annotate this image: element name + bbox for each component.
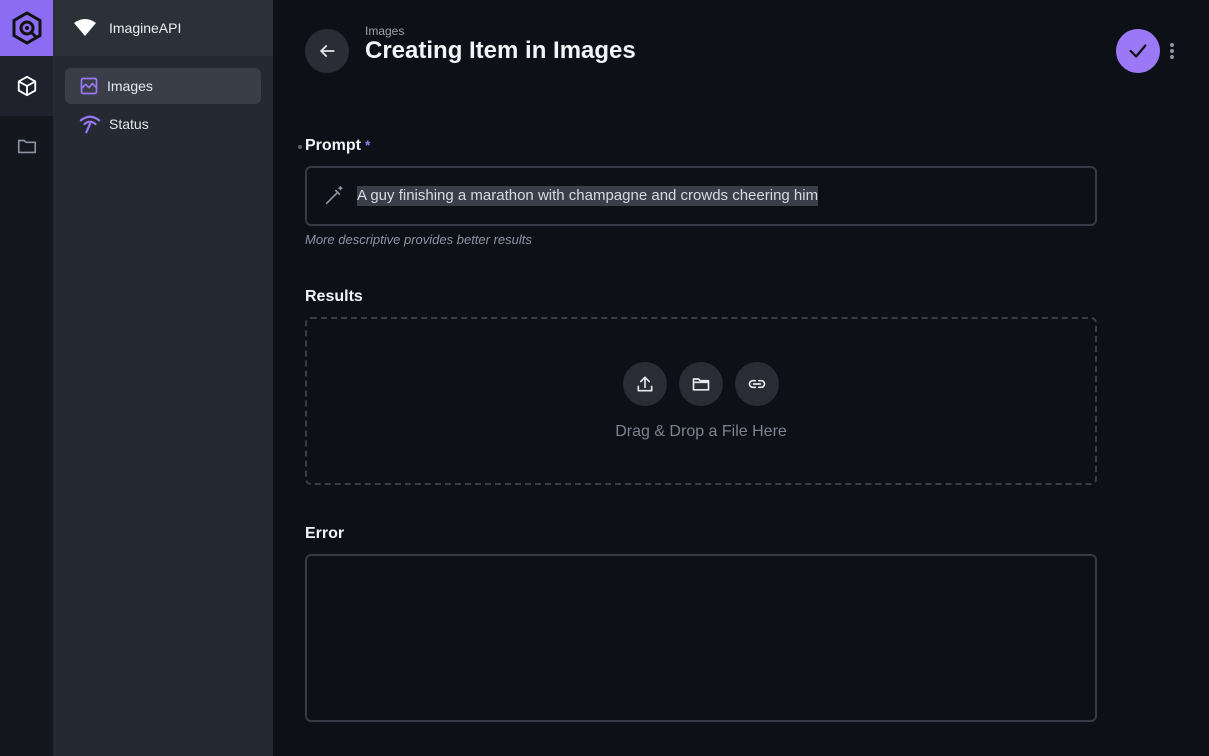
- nav-item-images[interactable]: Images: [65, 68, 261, 104]
- logo-icon: [12, 11, 41, 45]
- save-button[interactable]: [1116, 29, 1160, 73]
- signal-icon: [79, 115, 101, 134]
- required-indicator-dot: [298, 145, 302, 149]
- breadcrumb[interactable]: Images: [365, 24, 404, 38]
- wifi-logo-icon: [74, 19, 96, 36]
- project-header[interactable]: ImagineAPI: [53, 0, 273, 56]
- folder-icon: [17, 139, 36, 154]
- prompt-input-value: A guy finishing a marathon with champagn…: [357, 186, 819, 206]
- navigation-sidebar: ImagineAPI Images Status: [53, 0, 273, 756]
- prompt-hint: More descriptive provides better results: [305, 232, 532, 247]
- main-content: Images Creating Item in Images Prompt * A…: [273, 0, 1209, 756]
- link-icon: [748, 379, 766, 389]
- nav-item-status[interactable]: Status: [65, 106, 261, 142]
- page-title: Creating Item in Images: [365, 37, 636, 64]
- nav-item-label: Images: [107, 78, 153, 94]
- dropzone-text: Drag & Drop a File Here: [615, 423, 787, 440]
- folder-icon: [692, 378, 710, 391]
- magic-wand-icon: [325, 186, 343, 205]
- upload-icon: [637, 376, 653, 392]
- import-from-url-button[interactable]: [735, 362, 779, 406]
- arrow-left-icon: [320, 45, 335, 57]
- project-name: ImagineAPI: [109, 20, 182, 36]
- error-label: Error: [305, 525, 345, 542]
- more-vertical-icon: [1170, 43, 1174, 59]
- app-logo[interactable]: [0, 0, 53, 56]
- nav-item-label: Status: [109, 116, 149, 132]
- results-label: Results: [305, 288, 363, 305]
- choose-from-library-button[interactable]: [679, 362, 723, 406]
- prompt-label: Prompt *: [305, 137, 370, 155]
- required-marker: *: [365, 137, 371, 153]
- upload-button[interactable]: [623, 362, 667, 406]
- error-textarea[interactable]: [305, 554, 1097, 722]
- more-options-button[interactable]: [1163, 37, 1181, 65]
- image-icon: [80, 77, 98, 95]
- dropzone-actions: [623, 362, 779, 406]
- prompt-label-text: Prompt: [305, 137, 361, 154]
- back-button[interactable]: [305, 29, 349, 73]
- prompt-input[interactable]: A guy finishing a marathon with champagn…: [305, 166, 1097, 226]
- module-bar: [0, 0, 53, 756]
- module-files-button[interactable]: [0, 116, 53, 176]
- check-icon: [1129, 44, 1147, 58]
- nav-list: Images Status: [53, 56, 273, 142]
- file-dropzone[interactable]: Drag & Drop a File Here: [305, 317, 1097, 485]
- box-icon: [17, 75, 36, 97]
- module-content-button[interactable]: [0, 56, 53, 116]
